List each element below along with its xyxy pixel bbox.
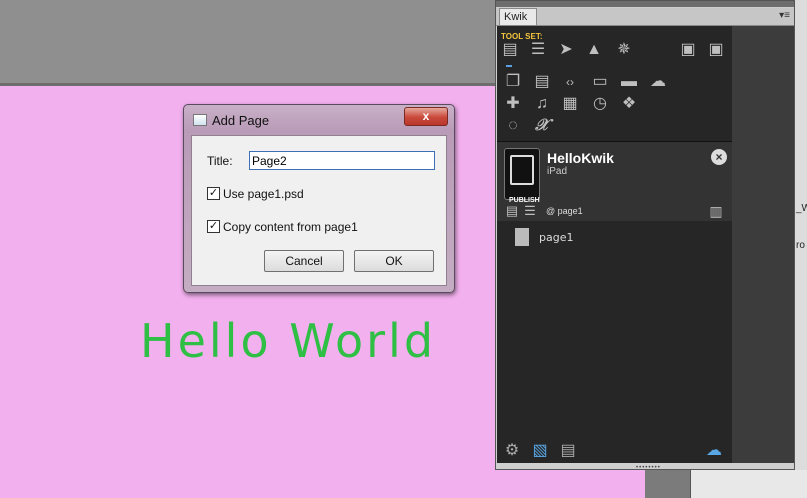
close-project-icon[interactable]: × <box>711 149 727 165</box>
doc-bottom-right <box>690 470 807 498</box>
title-input[interactable] <box>249 151 435 170</box>
trash-icon[interactable]: ▥ <box>706 201 726 221</box>
code-icon[interactable]: ‹› <box>560 72 580 92</box>
tab-kwik[interactable]: Kwik 2 <box>499 8 537 39</box>
chat-icon[interactable]: ☁ <box>648 72 668 92</box>
panel-empty-area <box>732 26 794 463</box>
use-psd-label: Use page1.psd <box>223 187 304 201</box>
panel-menu-icon[interactable]: ▾≡ <box>779 10 790 21</box>
folder-icon[interactable]: ▣ <box>706 40 726 60</box>
project-device: iPad <box>547 166 568 177</box>
add-page-dialog: Add Page x Title: ✓ Use page1.psd ✓ Copy… <box>183 104 455 293</box>
selected-indicator <box>506 65 512 67</box>
ok-button[interactable]: OK <box>354 250 434 272</box>
arrow-icon[interactable]: ➤ <box>556 40 576 60</box>
copy-content-checkbox[interactable]: ✓ <box>207 220 220 233</box>
copy-content-label: Copy content from page1 <box>223 220 358 234</box>
plus-icon[interactable]: ✚ <box>503 94 523 114</box>
cancel-button[interactable]: Cancel <box>264 250 344 272</box>
side-fragment: ro <box>796 240 805 251</box>
panel-tabbar <box>496 8 794 26</box>
project-name: HelloKwik <box>547 150 614 166</box>
project-section: PUBLISH HelloKwik iPad × ▤ ☰ @ page1 ▥ <box>497 141 732 221</box>
use-psd-checkbox[interactable]: ✓ <box>207 187 220 200</box>
current-page-ref: @ page1 <box>546 206 583 216</box>
page-name: page1 <box>539 231 574 244</box>
pages-icon[interactable]: ▤ <box>500 40 520 60</box>
video-icon[interactable]: ▦ <box>560 94 580 114</box>
dialog-title: Add Page <box>212 113 270 128</box>
book-icon[interactable]: ▤ <box>532 72 552 92</box>
title-label: Title: <box>207 154 233 168</box>
card-icon[interactable]: ▬ <box>619 72 639 92</box>
page-list-item[interactable]: page1 <box>513 227 713 249</box>
spinner-icon[interactable]: ◌ <box>503 116 523 136</box>
atom-icon[interactable]: ✵ <box>614 40 634 60</box>
page-icon <box>515 228 529 246</box>
side-fragment: _W <box>796 203 807 214</box>
timer-icon[interactable]: ◷ <box>590 94 610 114</box>
music-icon[interactable]: ♫ <box>532 94 552 114</box>
kwik-panel: Kwik 2 ▾≡ TOOL SET: ▤ ☰ ➤ ▲ ✵ ▣ ▣ ❐ ▤ ‹›… <box>495 0 795 471</box>
doc-bottom <box>645 470 690 498</box>
resize-grip[interactable]: •••••••• <box>636 465 661 471</box>
close-button[interactable]: x <box>404 107 448 126</box>
panel-header-strip <box>496 1 794 7</box>
doc-icon[interactable]: ▤ <box>558 441 578 461</box>
cloud-icon[interactable]: ☁ <box>704 441 724 461</box>
stack-icon[interactable]: ▧ <box>530 441 550 461</box>
physics-icon[interactable]: 𝒳 <box>532 116 552 136</box>
hello-world-text: Hello World <box>140 314 437 368</box>
list-view-icon[interactable]: ☰ <box>520 201 540 221</box>
layers-icon[interactable]: ❖ <box>619 94 639 114</box>
window-icon <box>193 114 207 126</box>
toolset-area: TOOL SET: ▤ ☰ ➤ ▲ ✵ ▣ ▣ ❐ ▤ ‹› ▭ ▬ ☁ ✚ ♫… <box>497 26 732 463</box>
ipad-icon[interactable]: PUBLISH <box>504 148 540 204</box>
dialog-body: Title: ✓ Use page1.psd ✓ Copy content fr… <box>191 135 447 286</box>
pages-view-icon[interactable]: ▤ <box>502 201 522 221</box>
folder-add-icon[interactable]: ▣ <box>678 40 698 60</box>
far-right-panel: _W ro <box>795 0 807 470</box>
gear-icon[interactable]: ⚙ <box>502 441 522 461</box>
rocket-icon[interactable]: ▲ <box>584 40 604 60</box>
add-layer-icon[interactable]: ❐ <box>503 72 523 92</box>
terminal-icon[interactable]: ▭ <box>590 72 610 92</box>
list-icon[interactable]: ☰ <box>528 40 548 60</box>
